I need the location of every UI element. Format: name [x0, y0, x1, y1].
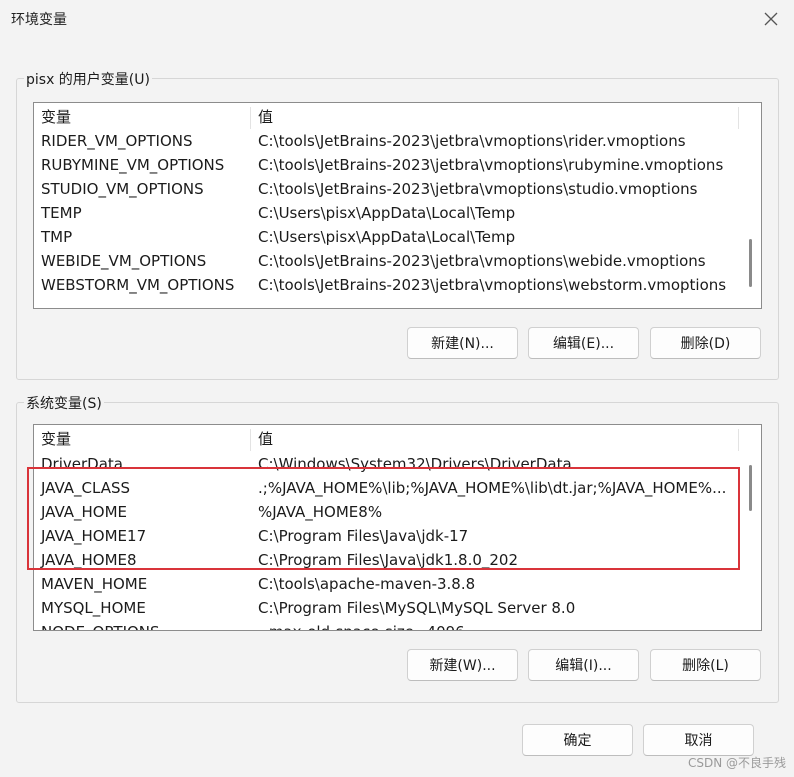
variable-name: NODE_OPTIONS [41, 620, 160, 630]
ok-button[interactable]: 确定 [522, 724, 633, 756]
variable-value: C:\tools\JetBrains-2023\jetbra\vmoptions… [258, 132, 686, 150]
variable-value: C:\tools\JetBrains-2023\jetbra\vmoptions… [258, 252, 706, 270]
variable-name: STUDIO_VM_OPTIONS [41, 180, 204, 198]
column-header-value[interactable]: 值 [258, 427, 273, 451]
column-header-value[interactable]: 值 [258, 105, 273, 129]
user-variables-list[interactable]: 变量 值 RIDER_VM_OPTIONS C:\tools\JetBrains-… [33, 102, 762, 309]
variable-value: C:\tools\JetBrains-2023\jetbra\vmoptions… [258, 180, 698, 198]
table-row[interactable]: RUBYMINE_VM_OPTIONS C:\tools\JetBrains-20… [34, 153, 741, 177]
highlight-box [27, 467, 740, 570]
variable-name: TMP [41, 228, 73, 246]
variable-name: RIDER_VM_OPTIONS [41, 132, 193, 150]
system-new-button[interactable]: 新建(W)... [407, 649, 518, 681]
variable-value: C:\tools\apache-maven-3.8.8 [258, 575, 476, 593]
watermark: CSDN @不良手残 [687, 756, 786, 770]
window-title: 环境变量 [11, 12, 67, 28]
user-list-header: 变量 值 [34, 105, 741, 129]
system-list-header: 变量 值 [34, 427, 741, 451]
table-row[interactable]: NODE_OPTIONS--max-old-space-size=4096 [34, 620, 741, 630]
system-list-scrollbar-thumb[interactable] [749, 465, 752, 511]
user-delete-button[interactable]: 删除(D) [650, 327, 761, 359]
variable-name: MAVEN_HOME [41, 575, 148, 593]
user-new-button[interactable]: 新建(N)... [407, 327, 518, 359]
user-variables-label: pisx 的用户变量(U) [24, 69, 152, 89]
close-icon [764, 12, 778, 26]
variable-name: WEBSTORM_VM_OPTIONS [41, 276, 235, 294]
variable-value: C:\Users\pisx\AppData\Local\Temp [258, 228, 516, 246]
variable-name: TEMP [41, 204, 82, 222]
user-list-scrollbar-thumb[interactable] [749, 239, 752, 287]
table-row[interactable]: MYSQL_HOME C:\Program Files\MySQL\MySQL S… [34, 596, 741, 620]
column-header-name[interactable]: 变量 [41, 427, 71, 451]
table-row[interactable]: MAVEN_HOME C:\tools\apache-maven-3.8.8 [34, 572, 741, 596]
title-bar: 环境变量 [0, 0, 794, 38]
variable-name: WEBIDE_VM_OPTIONS [41, 252, 207, 270]
variable-name: RUBYMINE_VM_OPTIONS [41, 156, 225, 174]
user-list-scrollbar[interactable] [741, 103, 761, 308]
system-delete-button[interactable]: 删除(L) [650, 649, 761, 681]
table-row[interactable]: STUDIO_VM_OPTIONS C:\tools\JetBrains-2023… [34, 177, 741, 201]
close-button[interactable] [752, 4, 790, 34]
variable-value: C:\Users\pisx\AppData\Local\Temp [258, 204, 516, 222]
cancel-button[interactable]: 取消 [643, 724, 754, 756]
table-row[interactable]: WEBSTORM_VM_OPTIONS C:\tools\JetBrains-20… [34, 273, 741, 297]
variable-name: MYSQL_HOME [41, 599, 146, 617]
table-row[interactable]: RIDER_VM_OPTIONS C:\tools\JetBrains-2023\… [34, 129, 741, 153]
system-variables-label: 系统变量(S) [24, 393, 104, 413]
variable-value: C:\tools\JetBrains-2023\jetbra\vmoptions… [258, 276, 727, 294]
table-row[interactable]: WEBIDE_VM_OPTIONS C:\tools\JetBrains-2023… [34, 249, 741, 273]
variable-value: C:\tools\JetBrains-2023\jetbra\vmoptions… [258, 156, 724, 174]
variable-value: --max-old-space-size=4096 [258, 620, 748, 630]
variable-value: C:\Program Files\MySQL\MySQL Server 8.0 [258, 599, 576, 617]
table-row[interactable]: TEMP C:\Users\pisx\AppData\Local\Temp [34, 201, 741, 225]
user-edit-button[interactable]: 编辑(E)... [528, 327, 639, 359]
column-header-name[interactable]: 变量 [41, 105, 71, 129]
table-row[interactable]: TMP C:\Users\pisx\AppData\Local\Temp [34, 225, 741, 249]
system-list-scrollbar[interactable] [741, 425, 761, 630]
system-edit-button[interactable]: 编辑(I)... [528, 649, 639, 681]
